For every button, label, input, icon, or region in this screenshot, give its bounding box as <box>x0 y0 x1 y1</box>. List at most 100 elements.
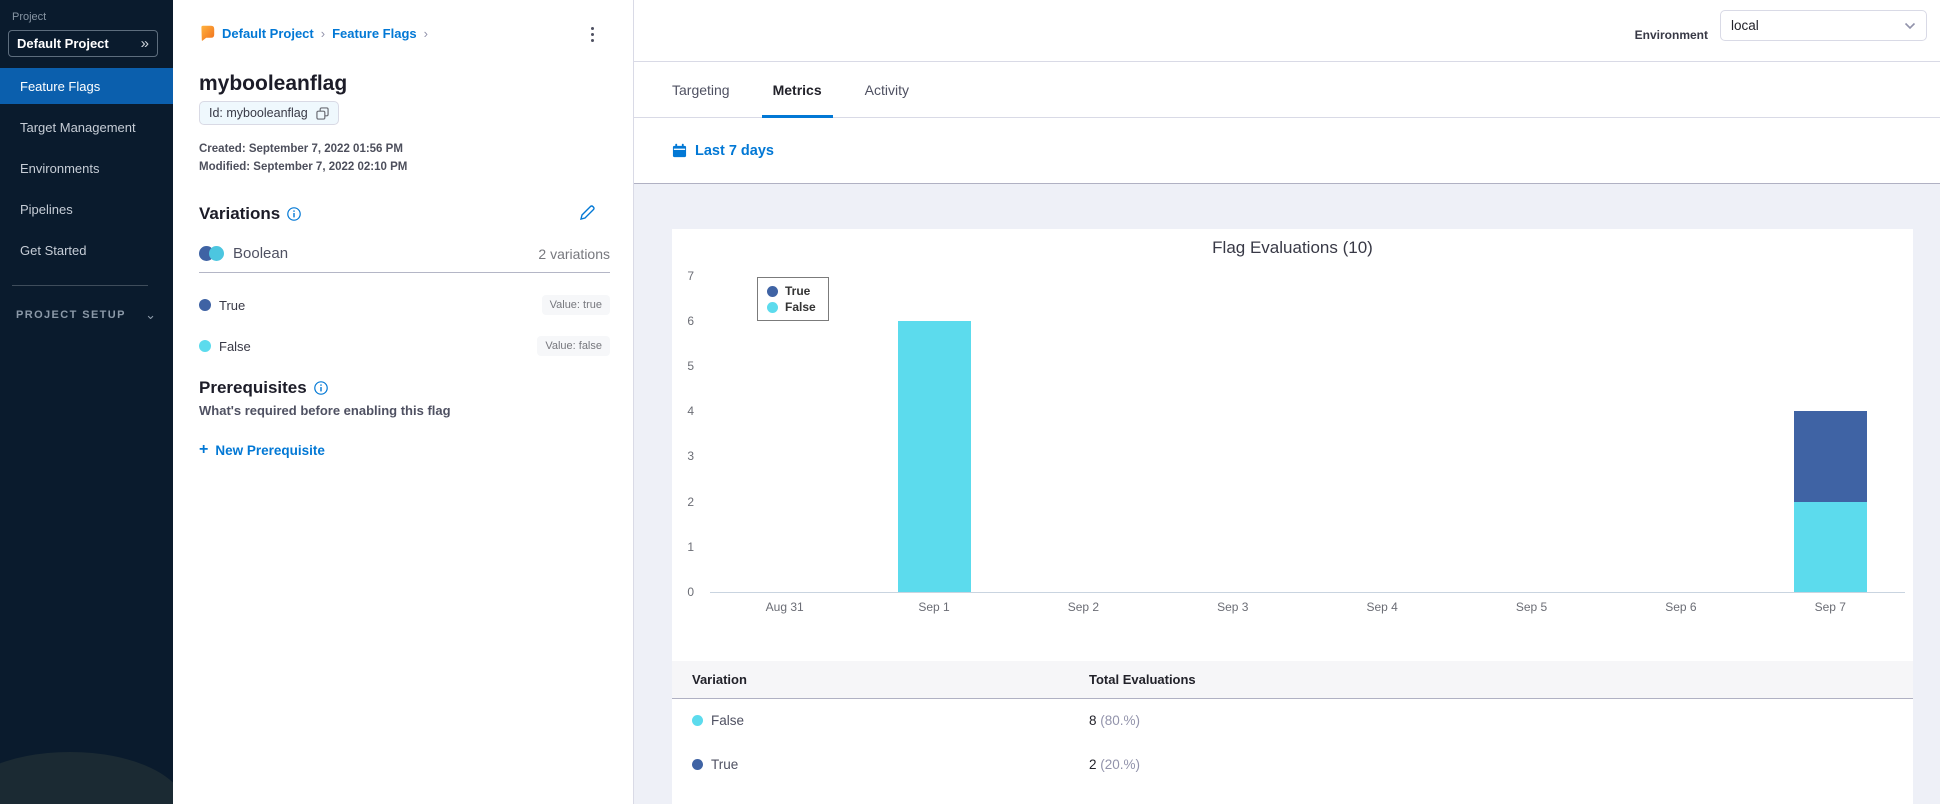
boolean-type-icon <box>199 246 224 261</box>
legend-dot-false <box>767 301 778 313</box>
divider <box>199 272 610 273</box>
legend-dot-true <box>767 285 778 297</box>
sidebar-item-pipelines[interactable]: Pipelines <box>0 191 173 227</box>
variation-name: True <box>219 297 246 313</box>
chevron-down-icon: ⌄ <box>145 307 156 322</box>
legend-label: True <box>785 284 811 298</box>
project-selector[interactable]: Default Project » <box>8 30 158 57</box>
variation-dot-true <box>692 759 703 770</box>
flag-created-date: Created: September 7, 2022 01:56 PM <box>199 143 403 155</box>
project-label: Project <box>12 11 47 23</box>
environment-select[interactable]: local <box>1720 10 1927 41</box>
tab-metrics[interactable]: Metrics <box>761 62 833 118</box>
variation-row-false: False Value: false <box>199 336 610 356</box>
info-icon[interactable] <box>313 381 328 395</box>
date-range-filter[interactable]: Last 7 days <box>634 118 1940 184</box>
tab-targeting[interactable]: Targeting <box>672 62 730 117</box>
prerequisites-heading: Prerequisites <box>199 378 328 398</box>
metrics-content: Flag Evaluations (10) True False 0 1 2 3 4 5 6 7… <box>634 184 1940 804</box>
table-row-true: True 2 (20.%) <box>672 743 1913 787</box>
evaluation-count: 8 <box>1089 713 1101 728</box>
bar-false-sep-7[interactable] <box>1793 501 1867 592</box>
sidebar-item-environments[interactable]: Environments <box>0 150 173 186</box>
project-flag-icon <box>199 25 215 41</box>
variation-dot-false <box>692 715 703 726</box>
table-cell-total-evaluations: 8 (80.%) <box>1089 713 1140 728</box>
new-prerequisite-button[interactable]: + New Prerequisite <box>199 442 325 458</box>
variation-type-label: Boolean <box>233 245 289 262</box>
evaluations-table-header: Variation Total Evaluations <box>672 661 1913 699</box>
variation-type-row: Boolean 2 variations <box>199 245 610 262</box>
variation-dot-false <box>199 340 211 352</box>
date-range-label: Last 7 days <box>695 142 774 159</box>
sidebar-item-project-setup[interactable]: PROJECT SETUP ⌄ <box>16 307 156 323</box>
sidebar-divider <box>12 285 148 286</box>
y-axis-tick-7: 7 <box>687 268 694 283</box>
tab-activity[interactable]: Activity <box>865 62 909 117</box>
evaluations-card: Flag Evaluations (10) True False 0 1 2 3 4 5 6 7… <box>672 229 1913 804</box>
flag-modified-date: Modified: September 7, 2022 02:10 PM <box>199 161 408 173</box>
x-axis-label-aug-31: Aug 31 <box>765 600 804 614</box>
breadcrumb: Default Project › Feature Flags › <box>199 25 428 41</box>
flag-options-menu-button[interactable] <box>581 22 603 46</box>
y-axis-tick-0: 0 <box>687 585 694 599</box>
project-setup-label: PROJECT SETUP <box>16 309 126 321</box>
legend-item-true: True <box>767 283 816 299</box>
bar-true-sep-7[interactable] <box>1793 411 1867 502</box>
flag-id-chip[interactable]: Id: mybooleanflag <box>199 101 339 125</box>
tabs-bar: Targeting Metrics Activity <box>634 62 1940 118</box>
table-cell-total-evaluations: 2 (20.%) <box>1089 757 1140 772</box>
variation-value-chip: Value: false <box>537 336 610 356</box>
environment-bar: Environment local <box>634 0 1940 62</box>
variation-dot-true <box>199 299 211 311</box>
column-header-total-evaluations: Total Evaluations <box>1089 672 1196 687</box>
table-cell-variation: True <box>692 757 738 772</box>
variation-row-true: True Value: true <box>199 295 610 315</box>
environment-label: Environment <box>1634 28 1708 42</box>
legend-label: False <box>785 300 816 314</box>
breadcrumb-link-feature-flags[interactable]: Feature Flags <box>332 26 417 41</box>
project-selector-value: Default Project <box>17 36 109 51</box>
variation-name: False <box>711 713 745 728</box>
variation-name: False <box>219 338 251 354</box>
sidebar-item-feature-flags[interactable]: Feature Flags <box>0 68 173 104</box>
variation-count: 2 variations <box>538 245 610 262</box>
prerequisites-description: What's required before enabling this fla… <box>199 403 451 418</box>
x-axis-label-sep-2: Sep 2 <box>1067 600 1100 614</box>
x-axis-label-sep-4: Sep 4 <box>1366 600 1398 614</box>
sidebar-item-target-management[interactable]: Target Management <box>0 109 173 145</box>
x-axis-line <box>710 592 1905 593</box>
x-axis-label-sep-6: Sep 6 <box>1665 600 1697 614</box>
breadcrumb-link-default-project[interactable]: Default Project <box>222 26 314 41</box>
bar-false-sep-1[interactable] <box>897 320 971 592</box>
breadcrumb-separator: › <box>320 25 326 41</box>
environment-select-value: local <box>1731 18 1759 33</box>
x-axis-label-sep-5: Sep 5 <box>1515 600 1548 614</box>
flag-id-text: Id: mybooleanflag <box>209 106 308 120</box>
table-row-false: False 8 (80.%) <box>672 699 1913 743</box>
edit-variations-button[interactable] <box>577 203 599 225</box>
copy-icon[interactable] <box>316 106 329 120</box>
chart-legend: True False <box>757 277 829 321</box>
chart-title: Flag Evaluations (10) <box>1212 238 1373 257</box>
x-axis-label-sep-1: Sep 1 <box>918 600 950 614</box>
y-axis-tick-4: 4 <box>687 404 694 419</box>
sidebar-nav: Feature Flags Target Management Environmen… <box>0 68 173 273</box>
variation-value-chip: Value: true <box>541 295 610 315</box>
chevron-down-icon <box>1904 22 1916 30</box>
calendar-icon <box>672 143 687 158</box>
legend-item-false: False <box>767 299 816 315</box>
variations-heading: Variations <box>199 204 302 224</box>
sidebar-item-get-started[interactable]: Get Started <box>0 232 173 268</box>
info-icon[interactable] <box>287 207 302 221</box>
y-axis-tick-5: 5 <box>687 359 694 373</box>
x-axis-label-sep-7: Sep 7 <box>1814 600 1846 614</box>
double-chevron-right-icon: » <box>140 35 149 52</box>
flag-detail-panel: Default Project › Feature Flags › myboolean… <box>173 0 634 804</box>
sidebar-decoration <box>0 752 173 804</box>
y-axis-tick-6: 6 <box>687 313 694 328</box>
column-header-variation: Variation <box>692 672 747 687</box>
evaluation-count: 2 <box>1089 757 1101 772</box>
y-axis-tick-1: 1 <box>687 539 694 554</box>
plus-icon: + <box>199 441 209 458</box>
